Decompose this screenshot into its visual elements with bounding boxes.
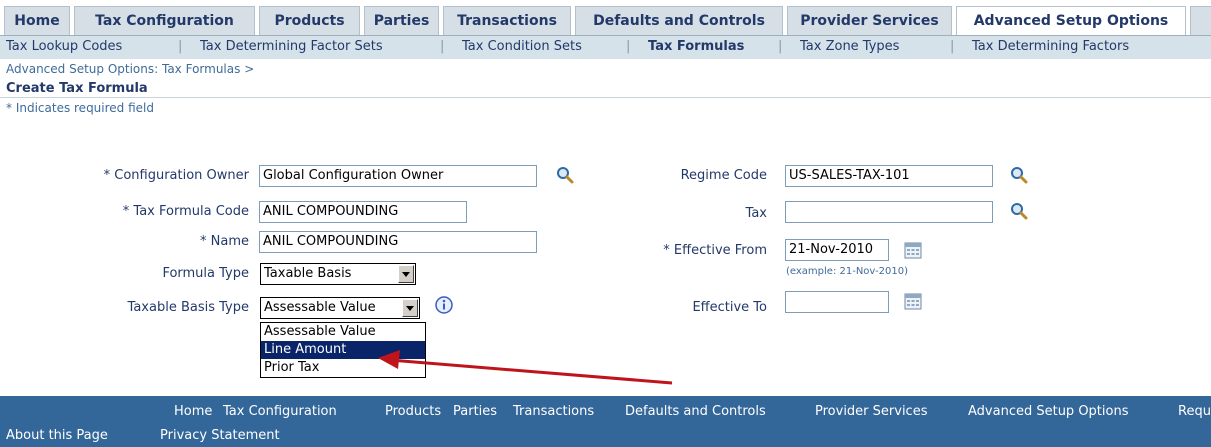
- tax-formula-code-label: * Tax Formula Code: [122, 204, 249, 219]
- tax-formula-code-input[interactable]: ANIL COMPOUNDING: [259, 201, 467, 223]
- subnav-tax-lookup-codes[interactable]: Tax Lookup Codes: [6, 39, 122, 54]
- calendar-icon[interactable]: [904, 292, 922, 310]
- page-title: Create Tax Formula: [6, 81, 148, 96]
- subnav-separator: |: [950, 39, 955, 54]
- footer-link-about-this-page[interactable]: About this Page: [6, 428, 108, 443]
- tab-transactions[interactable]: Transactions: [443, 6, 571, 35]
- subnav-tax-determining-factor-sets[interactable]: Tax Determining Factor Sets: [200, 39, 383, 54]
- info-icon[interactable]: [435, 296, 453, 314]
- tax-input[interactable]: [785, 201, 993, 223]
- footer-link-home[interactable]: Home: [174, 404, 212, 419]
- tab-tax-configuration[interactable]: Tax Configuration: [74, 6, 255, 35]
- subnav-tax-condition-sets[interactable]: Tax Condition Sets: [462, 39, 582, 54]
- search-icon[interactable]: [1010, 166, 1028, 184]
- footer-link-products[interactable]: Products: [385, 404, 441, 419]
- subnav-separator: |: [178, 39, 183, 54]
- formula-type-value: Taxable Basis: [264, 266, 352, 281]
- tab-parties[interactable]: Parties: [364, 6, 439, 35]
- tax-label: Tax: [745, 206, 767, 221]
- footer-link-overflow[interactable]: Requ: [1178, 404, 1211, 419]
- tab-overflow[interactable]: [1190, 6, 1211, 35]
- tab-home[interactable]: Home: [4, 6, 70, 35]
- subnav-tax-determining-factors[interactable]: Tax Determining Factors: [972, 39, 1129, 54]
- annotation-arrow: [378, 350, 673, 385]
- footer-link-tax-configuration[interactable]: Tax Configuration: [223, 404, 337, 419]
- taxable-basis-type-select[interactable]: Assessable Value: [260, 297, 420, 319]
- calendar-icon[interactable]: [904, 241, 922, 259]
- chevron-down-icon[interactable]: [402, 299, 418, 317]
- chevron-down-icon[interactable]: [398, 265, 414, 283]
- tab-provider-services[interactable]: Provider Services: [787, 6, 952, 35]
- footer-bar: Home Tax Configuration Products Parties …: [0, 396, 1211, 447]
- tab-products[interactable]: Products: [259, 6, 360, 35]
- footer-link-defaults-and-controls[interactable]: Defaults and Controls: [625, 404, 766, 419]
- tab-defaults-and-controls[interactable]: Defaults and Controls: [575, 6, 783, 35]
- regime-code-label: Regime Code: [680, 168, 767, 183]
- footer-link-provider-services[interactable]: Provider Services: [815, 404, 927, 419]
- formula-type-select[interactable]: Taxable Basis: [260, 263, 416, 285]
- subnav-tax-formulas[interactable]: Tax Formulas: [648, 39, 744, 54]
- tab-advanced-setup-options[interactable]: Advanced Setup Options: [956, 6, 1186, 35]
- footer-link-privacy-statement[interactable]: Privacy Statement: [160, 428, 280, 443]
- main-tabs: Home Tax Configuration Products Parties …: [0, 6, 1211, 35]
- taxable-basis-type-label: Taxable Basis Type: [127, 300, 249, 315]
- sub-navigation: Tax Lookup Codes | Tax Determining Facto…: [0, 35, 1211, 59]
- regime-code-input[interactable]: US-SALES-TAX-101: [785, 165, 993, 187]
- subnav-separator: |: [626, 39, 631, 54]
- configuration-owner-label: * Configuration Owner: [103, 168, 249, 183]
- name-label: * Name: [200, 234, 249, 249]
- formula-type-label: Formula Type: [162, 266, 249, 281]
- search-icon[interactable]: [1010, 202, 1028, 220]
- subnav-separator: |: [778, 39, 783, 54]
- effective-to-label: Effective To: [692, 300, 767, 315]
- required-field-note: * Indicates required field: [6, 101, 155, 115]
- subnav-separator: |: [440, 39, 445, 54]
- search-icon[interactable]: [556, 166, 574, 184]
- effective-from-input[interactable]: 21-Nov-2010: [785, 239, 889, 261]
- name-input[interactable]: ANIL COMPOUNDING: [259, 231, 537, 253]
- effective-from-label: * Effective From: [663, 243, 767, 258]
- footer-link-transactions[interactable]: Transactions: [513, 404, 594, 419]
- subnav-tax-zone-types[interactable]: Tax Zone Types: [800, 39, 899, 54]
- footer-link-parties[interactable]: Parties: [453, 404, 497, 419]
- effective-to-input[interactable]: [785, 291, 889, 313]
- configuration-owner-input[interactable]: Global Configuration Owner: [259, 165, 537, 187]
- taxable-basis-type-value: Assessable Value: [264, 300, 376, 315]
- dropdown-option-assessable-value[interactable]: Assessable Value: [261, 323, 425, 341]
- breadcrumb[interactable]: Advanced Setup Options: Tax Formulas >: [6, 62, 254, 76]
- title-divider: [0, 97, 1211, 98]
- date-example-hint: (example: 21-Nov-2010): [786, 266, 909, 277]
- footer-link-advanced-setup-options[interactable]: Advanced Setup Options: [968, 404, 1128, 419]
